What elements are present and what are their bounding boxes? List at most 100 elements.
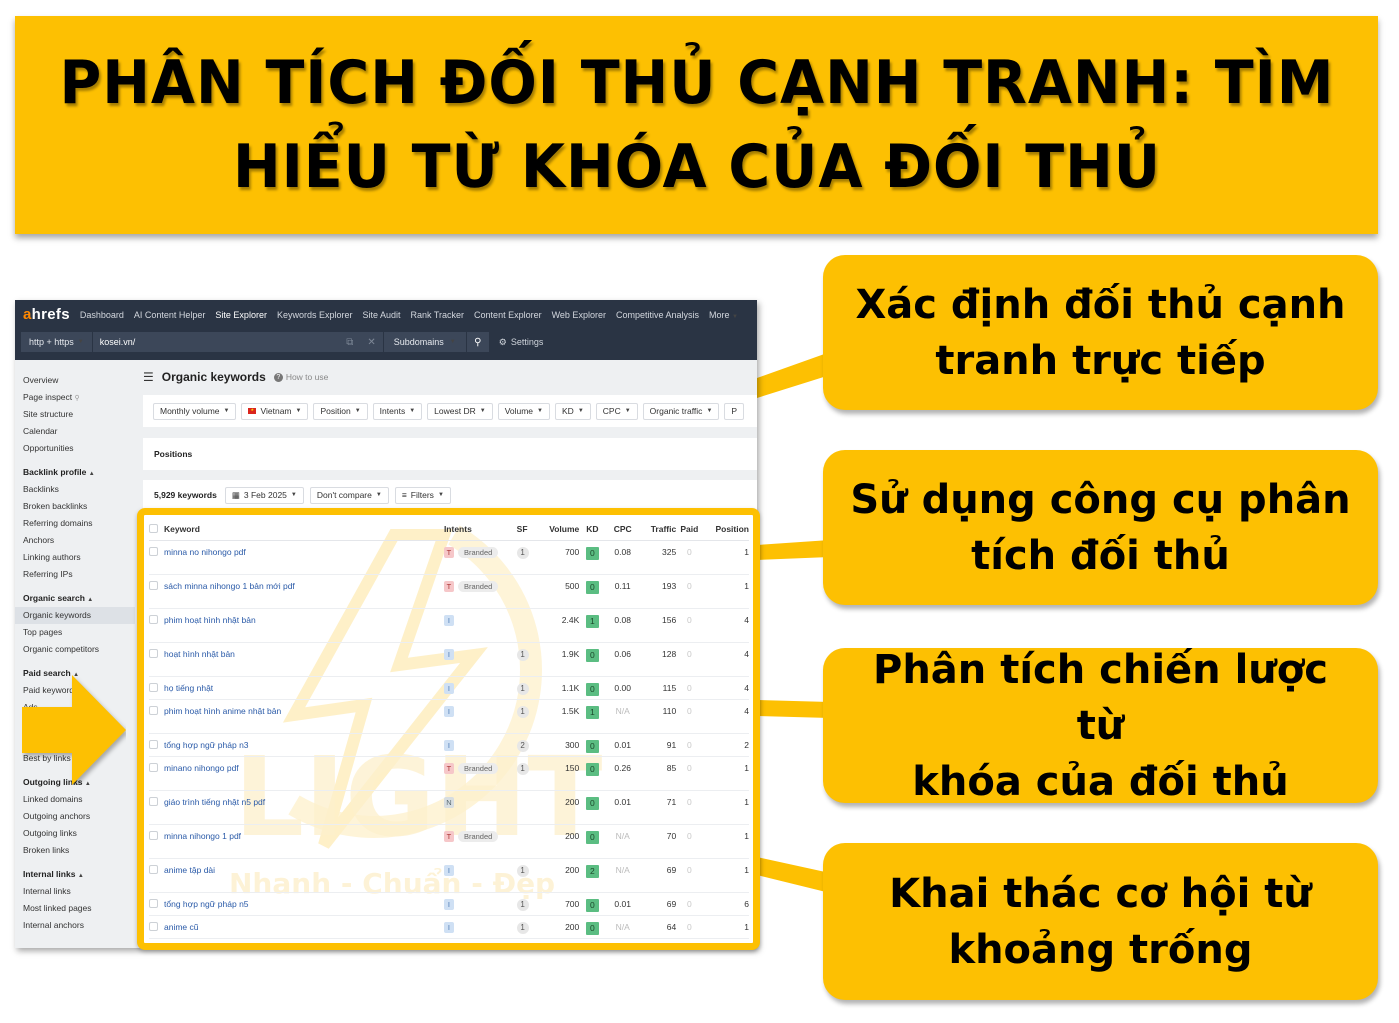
col-intents[interactable]: Intents xyxy=(443,518,517,541)
table-row[interactable]: minna no nihongo pdf T Branded 1 700 0 0.08 325… xyxy=(149,540,749,575)
keyword-link[interactable]: minna nihongo 1 pdf xyxy=(164,831,241,841)
sidebar-item-referring-ips[interactable]: Referring IPs xyxy=(15,566,135,583)
keyword-link[interactable]: anime tập dài xyxy=(164,865,215,875)
sf-badge[interactable]: 1 xyxy=(516,546,529,559)
sf-badge[interactable]: 1 xyxy=(516,762,529,775)
traffic-cell[interactable]: 71 xyxy=(639,790,677,825)
row-checkbox[interactable] xyxy=(149,739,158,749)
nav-keywords-explorer[interactable]: Keywords Explorer xyxy=(277,310,353,320)
sidebar-item-overview[interactable]: Overview xyxy=(15,372,135,389)
settings-button[interactable]: ⚙ Settings xyxy=(499,337,544,348)
sidebar-item-opportunities[interactable]: Opportunities xyxy=(15,440,135,457)
sidebar-item-referring-domains[interactable]: Referring domains xyxy=(15,515,135,532)
how-to-use-link[interactable]: ? How to use xyxy=(273,372,328,382)
nav-competitive-analysis[interactable]: Competitive Analysis xyxy=(616,310,699,320)
sidebar-item-most-linked-pages[interactable]: Most linked pages xyxy=(15,900,135,917)
sidebar-section-internal-links[interactable]: Internal links ▲ xyxy=(15,866,135,883)
sidebar-item-broken-backlinks[interactable]: Broken backlinks xyxy=(15,498,135,515)
table-row[interactable]: minna nihongo 1 pdf T Branded 200 0 N/A 70 0 1 xyxy=(149,824,749,859)
col-traffic[interactable]: Traffic xyxy=(639,518,677,541)
filters-button[interactable]: ≡ Filters ▼ xyxy=(394,486,451,504)
sidebar-item-broken-links[interactable]: Broken links xyxy=(15,842,135,859)
keyword-link[interactable]: hoạt hình nhật bản xyxy=(164,649,235,659)
row-checkbox[interactable] xyxy=(149,796,158,806)
nav-more[interactable]: More ▼ xyxy=(709,310,738,320)
sf-badge[interactable]: 2 xyxy=(516,739,529,752)
sf-badge[interactable]: 1 xyxy=(516,921,529,934)
table-row[interactable]: sách minna nihongo 1 bản mới pdf T Branded… xyxy=(149,574,749,609)
row-checkbox[interactable] xyxy=(149,830,158,840)
mode-select[interactable]: Subdomains ▼ xyxy=(383,332,466,352)
traffic-cell[interactable]: 85 xyxy=(639,756,677,791)
filter-country[interactable]: Vietnam▼ xyxy=(241,402,309,420)
sidebar-item-backlinks[interactable]: Backlinks xyxy=(15,481,135,498)
keyword-link[interactable]: sách minna nihongo 1 bản mới pdf xyxy=(164,581,295,591)
nav-ai-content-helper[interactable]: AI Content Helper xyxy=(134,310,206,320)
traffic-cell[interactable]: 69 xyxy=(639,858,677,893)
filter-organic-traffic[interactable]: Organic traffic ▼ xyxy=(642,402,720,420)
external-link-icon[interactable]: ⧉ xyxy=(346,337,353,348)
table-row[interactable]: tổng hợp ngữ pháp n5 I 1 700 0 0.01 69 0 6 xyxy=(149,892,749,916)
sidebar-section-backlink-profile[interactable]: Backlink profile ▲ xyxy=(15,464,135,481)
row-checkbox[interactable] xyxy=(149,648,158,658)
traffic-cell[interactable]: 91 xyxy=(639,733,677,757)
table-row[interactable]: giáo trình tiếng nhật n5 pdf N 200 0 0.01 71 0… xyxy=(149,790,749,825)
table-row[interactable]: anime tập dài I 1 200 2 N/A 69 0 1 xyxy=(149,858,749,893)
compare-select[interactable]: Don't compare ▼ xyxy=(309,486,389,504)
col-keyword[interactable]: Keyword xyxy=(149,518,444,541)
table-row[interactable]: minano nihongo pdf T Branded 1 150 0 0.26 85 0 1 xyxy=(149,756,749,791)
nav-web-explorer[interactable]: Web Explorer xyxy=(552,310,606,320)
filter-intents[interactable]: Intents ▼ xyxy=(372,402,423,420)
col-kd[interactable]: KD xyxy=(579,518,606,541)
row-checkbox[interactable] xyxy=(149,546,158,556)
search-button[interactable]: ⚲ xyxy=(466,332,489,352)
traffic-cell[interactable]: 64 xyxy=(639,915,677,939)
sf-badge[interactable]: 1 xyxy=(516,864,529,877)
traffic-cell[interactable]: 110 xyxy=(639,699,677,734)
nav-dashboard[interactable]: Dashboard xyxy=(80,310,124,320)
sidebar-section-organic-search[interactable]: Organic search ▲ xyxy=(15,590,135,607)
table-row[interactable]: họ tiếng nhật I 1 1.1K 0 0.00 115 0 4 xyxy=(149,676,749,700)
select-all-checkbox[interactable] xyxy=(149,523,158,533)
table-row[interactable]: tổng hợp ngữ pháp n3 I 2 300 0 0.01 91 0 2 xyxy=(149,733,749,757)
traffic-cell[interactable]: 156 xyxy=(639,608,677,643)
filter-volume[interactable]: Volume ▼ xyxy=(497,402,550,420)
filter-kd[interactable]: KD ▼ xyxy=(555,402,591,420)
traffic-cell[interactable]: 128 xyxy=(639,642,677,677)
sf-badge[interactable]: 1 xyxy=(516,648,529,661)
sf-badge[interactable]: 1 xyxy=(516,705,529,718)
filter-cpc[interactable]: CPC ▼ xyxy=(595,402,638,420)
nav-site-audit[interactable]: Site Audit xyxy=(362,310,400,320)
sidebar-item-internal-links[interactable]: Internal links xyxy=(15,883,135,900)
col-sf[interactable]: SF xyxy=(516,518,539,541)
url-input[interactable]: kosei.vn/ ⧉ ✕ xyxy=(92,332,383,352)
col-cpc[interactable]: CPC xyxy=(605,518,640,541)
filter-lowest-dr[interactable]: Lowest DR ▼ xyxy=(427,402,493,420)
row-checkbox[interactable] xyxy=(149,898,158,908)
keyword-link[interactable]: tổng hợp ngữ pháp n5 xyxy=(164,899,249,909)
keyword-link[interactable]: giáo trình tiếng nhật n5 pdf xyxy=(164,797,265,807)
filter-more[interactable]: P xyxy=(724,402,745,420)
sidebar-item-calendar[interactable]: Calendar xyxy=(15,423,135,440)
sidebar-item-outgoing-links[interactable]: Outgoing links xyxy=(15,825,135,842)
keyword-link[interactable]: minna no nihongo pdf xyxy=(164,547,246,557)
keyword-link[interactable]: họ tiếng nhật xyxy=(164,683,213,693)
filter-position[interactable]: Position ▼ xyxy=(313,402,368,420)
col-position[interactable]: Position xyxy=(702,518,749,541)
nav-rank-tracker[interactable]: Rank Tracker xyxy=(411,310,465,320)
date-select[interactable]: ▦ 3 Feb 2025 ▼ xyxy=(224,486,304,504)
keyword-link[interactable]: phim hoạt hình nhật bản xyxy=(164,615,256,625)
sidebar-item-organic-keywords[interactable]: Organic keywords xyxy=(15,607,135,624)
sidebar-item-outgoing-anchors[interactable]: Outgoing anchors xyxy=(15,808,135,825)
filter-monthly-volume[interactable]: Monthly volume ▼ xyxy=(153,402,237,420)
row-checkbox[interactable] xyxy=(149,682,158,692)
ahrefs-logo[interactable]: ahrefs xyxy=(23,306,70,323)
sidebar-item-internal-anchors[interactable]: Internal anchors xyxy=(15,917,135,934)
clear-icon[interactable]: ✕ xyxy=(367,337,375,348)
row-checkbox[interactable] xyxy=(149,580,158,590)
nav-content-explorer[interactable]: Content Explorer xyxy=(474,310,542,320)
traffic-cell[interactable]: 69 xyxy=(639,892,677,916)
row-checkbox[interactable] xyxy=(149,614,158,624)
keyword-link[interactable]: minano nihongo pdf xyxy=(164,763,239,773)
traffic-cell[interactable]: 70 xyxy=(639,824,677,859)
